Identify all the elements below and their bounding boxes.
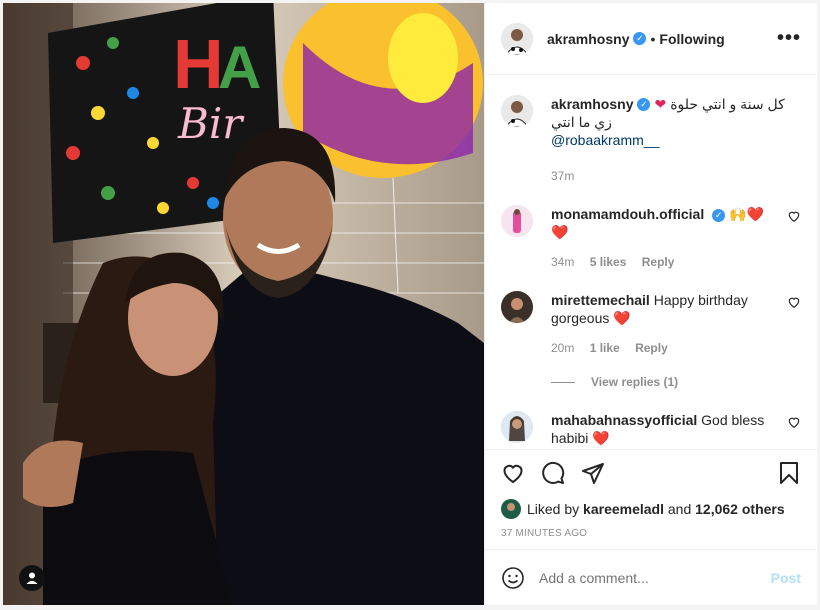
more-options-icon[interactable]: ••• <box>777 27 801 50</box>
verified-badge-icon: ✓ <box>633 32 647 45</box>
comment-likes[interactable]: 5 likes <box>590 255 627 269</box>
comment-row: mahabahnassyofficial God bless habibi ❤️ <box>501 411 801 447</box>
reply-button[interactable]: Reply <box>635 341 668 355</box>
action-bar <box>485 450 817 496</box>
svg-text:A: A <box>218 34 261 101</box>
instagram-post-modal: H A Bir akramhosny ✓ • Following ••• akr… <box>0 0 820 610</box>
liker-avatar[interactable] <box>501 499 521 519</box>
liker-username[interactable]: kareemeladl <box>583 501 664 517</box>
comment-row: monamamdouh.official ✓ 🙌❤️ ❤️ 34m 5 like… <box>501 205 801 271</box>
caption-time[interactable]: 37m <box>551 169 574 183</box>
svg-text:H: H <box>173 25 224 103</box>
svg-text:Bir: Bir <box>177 99 245 148</box>
post-timestamp[interactable]: 37 MINUTES AGO <box>485 522 817 552</box>
comment-meta: 20m 1 like Reply <box>551 339 775 357</box>
comment-time[interactable]: 20m <box>551 341 574 355</box>
comment-username[interactable]: mahabahnassyofficial <box>551 412 697 428</box>
follow-button[interactable]: Following <box>659 31 724 47</box>
caption: akramhosny ✓ ❤ كل سنة و انتي حلوة زي ما … <box>501 95 801 185</box>
liked-by-prefix: Liked by <box>527 501 580 517</box>
post-comment-button[interactable]: Post <box>771 570 801 586</box>
share-paper-plane-icon[interactable] <box>581 461 605 485</box>
comment-text: 🙌❤️ <box>729 206 764 222</box>
liked-by-and: and <box>667 501 692 517</box>
caption-avatar[interactable] <box>501 95 533 127</box>
likes-count[interactable]: 12,062 others <box>695 501 785 517</box>
reply-button[interactable]: Reply <box>642 255 675 269</box>
save-bookmark-icon[interactable] <box>777 461 801 485</box>
comment-input[interactable] <box>539 569 771 586</box>
author-avatar[interactable] <box>501 22 533 55</box>
commenter-avatar[interactable] <box>501 291 533 323</box>
author-username[interactable]: akramhosny <box>547 31 629 47</box>
post-header: akramhosny ✓ • Following ••• <box>485 3 817 75</box>
caption-text-line1: كل سنة و انتي حلوة <box>670 96 785 112</box>
post-sidebar: akramhosny ✓ • Following ••• akramhosny … <box>484 3 817 605</box>
add-comment-bar: Post <box>485 549 817 605</box>
like-comment-heart-icon[interactable] <box>787 415 801 429</box>
caption-mention-link[interactable]: @robaakramm__ <box>551 131 801 149</box>
like-comment-heart-icon[interactable] <box>787 295 801 309</box>
like-comment-heart-icon[interactable] <box>787 209 801 223</box>
photo-illustration: H A Bir <box>3 3 484 605</box>
commenter-avatar[interactable] <box>501 411 533 443</box>
view-replies-button[interactable]: View replies (1) <box>551 375 801 389</box>
verified-badge-icon: ✓ <box>712 208 726 222</box>
post-photo[interactable]: H A Bir <box>3 3 484 605</box>
comment-likes[interactable]: 1 like <box>590 341 620 355</box>
separator-dot: • <box>650 30 656 47</box>
tagged-users-button[interactable] <box>19 565 45 591</box>
like-heart-icon[interactable] <box>501 461 525 485</box>
replies-divider-line <box>551 381 575 383</box>
caption-username[interactable]: akramhosny <box>551 95 633 113</box>
heart-emoji: ❤ <box>654 96 667 112</box>
comment-meta: 34m 5 likes Reply <box>551 253 775 271</box>
emoji-smiley-icon[interactable] <box>501 566 525 590</box>
caption-meta: 37m <box>551 167 801 185</box>
likes-summary: Liked by kareemeladl and 12,062 others <box>485 496 817 522</box>
caption-text-line2: زي ما انتي <box>551 114 612 130</box>
comment-row: mirettemechail Happy birthday gorgeous ❤… <box>501 291 801 357</box>
view-replies-label: View replies (1) <box>591 375 679 389</box>
comment-time[interactable]: 34m <box>551 255 574 269</box>
comment-text-line2: ❤️ <box>551 224 569 240</box>
comment-bubble-icon[interactable] <box>541 461 565 485</box>
user-icon <box>26 572 38 584</box>
comment-username[interactable]: monamamdouh.official <box>551 206 704 222</box>
comments-list[interactable]: akramhosny ✓ ❤ كل سنة و انتي حلوة زي ما … <box>485 75 817 450</box>
verified-badge-icon: ✓ <box>637 97 651 111</box>
commenter-avatar[interactable] <box>501 205 533 237</box>
comment-username[interactable]: mirettemechail <box>551 292 650 308</box>
